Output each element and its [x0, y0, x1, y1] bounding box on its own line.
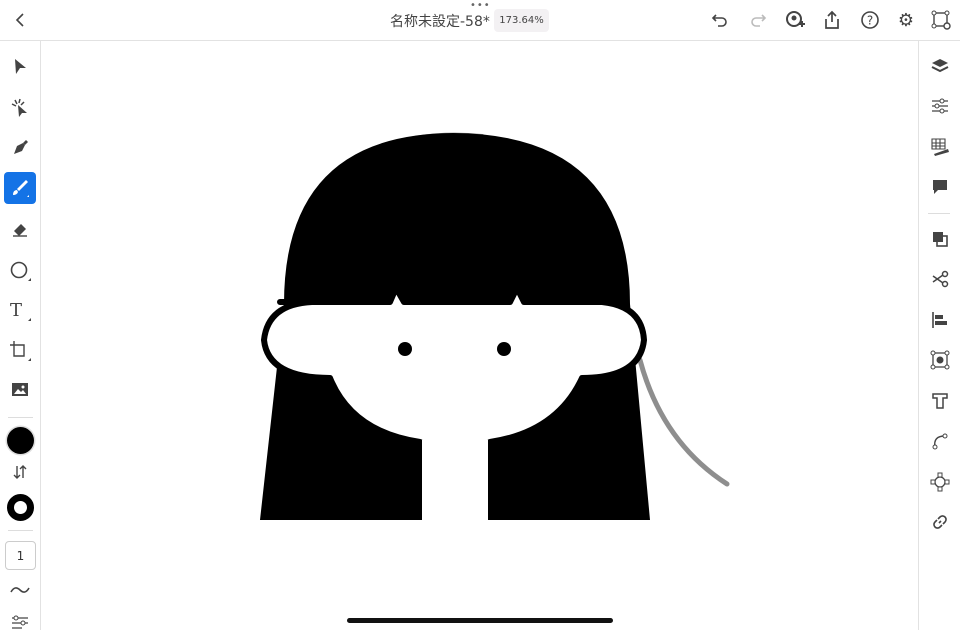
place-image-icon[interactable]	[4, 374, 36, 406]
left-toolbar: T 1	[0, 41, 41, 630]
top-bar: ••• 名称未設定-58* 173.64% ? ⚙	[0, 0, 960, 41]
shape-builder-tool-icon[interactable]	[4, 334, 36, 366]
stroke-color-swatch[interactable]	[4, 491, 36, 523]
stroke-style-icon[interactable]	[4, 574, 36, 606]
divider	[8, 530, 33, 531]
artboard-canvas[interactable]	[42, 42, 918, 630]
svg-text:?: ?	[867, 14, 873, 28]
back-button[interactable]	[8, 8, 32, 32]
repeat-radial-icon[interactable]	[928, 470, 952, 494]
paintbrush-tool-icon[interactable]	[4, 172, 36, 204]
swap-fill-stroke-icon[interactable]	[4, 459, 36, 485]
neck-shape[interactable]	[422, 440, 488, 520]
help-icon[interactable]: ?	[858, 8, 882, 32]
settings-gear-icon[interactable]: ⚙	[894, 8, 918, 32]
undo-icon[interactable]	[708, 8, 732, 32]
grid-ruler-icon[interactable]	[928, 135, 952, 159]
transform-icon[interactable]	[928, 348, 952, 372]
divider	[928, 213, 950, 214]
type-tool-icon[interactable]: T	[4, 294, 36, 326]
pen-tool-icon[interactable]	[4, 132, 36, 164]
scissors-icon[interactable]	[928, 267, 952, 291]
right-eye[interactable]	[497, 342, 511, 356]
right-panel-toolbar	[918, 41, 960, 630]
brush-stroke[interactable]	[637, 357, 730, 487]
layers-icon[interactable]	[928, 54, 952, 78]
eraser-tool-icon[interactable]	[4, 213, 36, 245]
selection-tool-icon[interactable]	[4, 51, 36, 83]
stroke-width-button[interactable]: 1	[5, 541, 36, 570]
divider	[8, 417, 33, 418]
brush-settings-icon[interactable]	[4, 606, 36, 638]
redo-icon[interactable]	[746, 8, 770, 32]
comments-icon[interactable]	[928, 175, 952, 199]
link-icon[interactable]	[928, 510, 952, 534]
invite-user-icon[interactable]	[783, 8, 807, 32]
character-icon[interactable]	[928, 389, 952, 413]
properties-icon[interactable]	[928, 94, 952, 118]
share-icon[interactable]	[820, 8, 844, 32]
left-eye[interactable]	[398, 342, 412, 356]
align-left-icon[interactable]	[928, 308, 952, 332]
home-indicator	[347, 618, 613, 623]
document-title[interactable]: 名称未設定-58*	[390, 11, 490, 31]
svg-text:T: T	[10, 300, 22, 321]
ellipse-tool-icon[interactable]	[4, 254, 36, 286]
direct-selection-tool-icon[interactable]	[4, 92, 36, 124]
zoom-level[interactable]: 173.64%	[494, 9, 549, 32]
path-edit-icon[interactable]	[928, 429, 952, 453]
pathfinder-icon[interactable]	[928, 227, 952, 251]
fill-color-swatch[interactable]	[4, 424, 36, 456]
artboard-preview-icon[interactable]	[929, 8, 953, 32]
more-options-icon[interactable]: •••	[470, 1, 491, 11]
